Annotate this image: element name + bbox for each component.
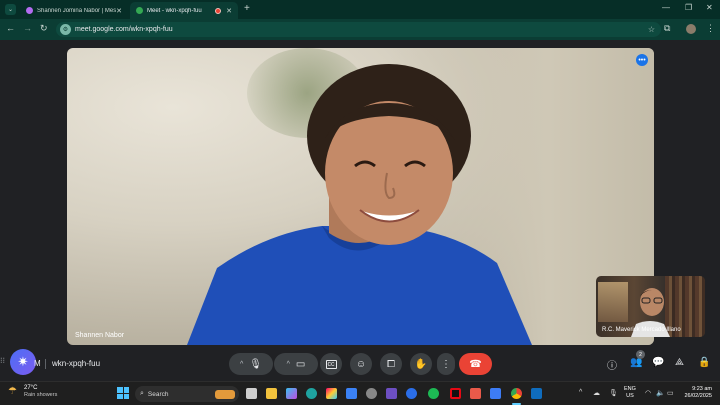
- weather-temp: 27°C: [24, 385, 38, 391]
- apps-grid-icon[interactable]: ⁝⁝: [0, 356, 5, 365]
- clock-date: 26/02/2025: [684, 393, 712, 399]
- language-indicator[interactable]: ENG US: [624, 386, 636, 400]
- new-tab-button[interactable]: +: [244, 3, 250, 14]
- tab-title: Meet - wkn-xpqh-fuu: [147, 7, 202, 14]
- url-text: meet.google.com/wkn-xpqh-fuu: [75, 26, 173, 33]
- more-options-button[interactable]: •••: [636, 54, 648, 66]
- weather-description: Rain showers: [24, 392, 58, 398]
- messenger-icon: [26, 7, 33, 14]
- microphone-control[interactable]: ^ 🎙: [229, 353, 273, 375]
- end-call-button[interactable]: ☎: [459, 353, 492, 375]
- present-screen-icon: ⧠: [387, 358, 395, 370]
- browser-tab-strip: ⌄ Shannen Jomina Nabor | Messe ✕ Meet - …: [0, 0, 720, 19]
- minimize-icon[interactable]: —: [662, 3, 670, 12]
- chevron-up-icon[interactable]: ^: [579, 389, 582, 396]
- hang-up-icon: ☎: [469, 358, 482, 370]
- camera-control[interactable]: ^ ▭: [274, 353, 318, 375]
- edge-icon[interactable]: [306, 388, 317, 399]
- address-bar[interactable]: ⚙ meet.google.com/wkn-xpqh-fuu ☆: [56, 22, 661, 37]
- recording-icon: [215, 7, 222, 14]
- meeting-code: wkn-xpqh-fuu: [52, 359, 101, 368]
- browser-menu-icon[interactable]: ⋮: [706, 23, 715, 34]
- taskbar-search[interactable]: ⌕ Search: [135, 386, 239, 402]
- language-line2: US: [626, 393, 634, 399]
- forward-icon[interactable]: →: [23, 23, 32, 33]
- browser-tab-meet[interactable]: Meet - wkn-xpqh-fuu ✕: [130, 2, 238, 19]
- github-icon[interactable]: [366, 388, 377, 399]
- back-icon[interactable]: ←: [6, 23, 15, 33]
- raise-hand-button[interactable]: ✋: [410, 353, 432, 375]
- netflix-icon[interactable]: [450, 388, 461, 399]
- close-window-icon[interactable]: ✕: [706, 3, 713, 12]
- tab-title: Shannen Jomina Nabor | Messe: [37, 7, 117, 14]
- people-count-badge: 2: [636, 350, 645, 359]
- language-line1: ENG: [624, 386, 636, 392]
- present-button[interactable]: ⧠: [380, 353, 402, 375]
- meeting-info-icon[interactable]: ⓘ: [607, 357, 617, 372]
- wifi-icon[interactable]: ◠: [645, 389, 651, 397]
- store-icon[interactable]: [346, 388, 357, 399]
- profile-avatar[interactable]: [686, 24, 696, 34]
- close-icon[interactable]: ✕: [116, 7, 122, 15]
- chevron-up-icon[interactable]: ^: [240, 361, 243, 368]
- browser-tab-messenger[interactable]: Shannen Jomina Nabor | Messe ✕: [20, 2, 128, 19]
- browser-toolbar: ← → ↻ ⚙ meet.google.com/wkn-xpqh-fuu ☆ ⧉…: [0, 19, 720, 40]
- outlook-icon[interactable]: [531, 388, 542, 399]
- search-label: Search: [147, 390, 169, 398]
- chrome-icon[interactable]: [511, 388, 522, 399]
- activities-icon[interactable]: ⟁: [675, 357, 684, 368]
- extensions-icon[interactable]: ⧉: [664, 23, 670, 34]
- bookmark-star-icon[interactable]: ☆: [648, 25, 655, 34]
- copilot-icon[interactable]: [286, 388, 297, 399]
- divider: [45, 359, 46, 369]
- meeting-time: M: [34, 359, 41, 368]
- participant-image: [187, 64, 532, 345]
- volume-icon[interactable]: 🔈: [656, 389, 665, 397]
- file-explorer-icon[interactable]: [266, 388, 277, 399]
- participant-name-label: Shannen Nabor: [75, 332, 125, 339]
- search-icon: ⌕: [140, 390, 144, 397]
- gemini-icon[interactable]: ✷: [10, 349, 36, 375]
- main-participant-video[interactable]: ••• Shannen Nabor: [67, 48, 654, 345]
- messenger-taskbar-icon[interactable]: [406, 388, 417, 399]
- captions-icon: cc: [325, 359, 337, 369]
- self-view-tile[interactable]: R.C. Maverick Mercado Illano: [596, 276, 705, 337]
- captions-button[interactable]: cc: [320, 353, 342, 375]
- more-vert-icon: ⋮: [441, 358, 451, 370]
- visual-studio-icon[interactable]: [386, 388, 397, 399]
- restore-icon[interactable]: ❐: [685, 3, 692, 12]
- reactions-button[interactable]: ☺: [350, 353, 372, 375]
- chevron-up-icon[interactable]: ^: [287, 361, 290, 368]
- microphone-tray-icon[interactable]: 🎙: [609, 389, 618, 397]
- microphone-icon[interactable]: 🎙: [249, 359, 262, 370]
- clock-time: 9:23 am: [692, 386, 712, 392]
- search-highlight-icon: [215, 389, 235, 399]
- chat-icon[interactable]: 💬: [652, 357, 664, 368]
- camera-icon[interactable]: ▭: [296, 359, 305, 370]
- camera-app-icon[interactable]: [470, 388, 481, 399]
- battery-icon[interactable]: ▭: [667, 389, 674, 397]
- weather-rain-icon: ☂: [8, 386, 17, 397]
- meet-icon: [136, 7, 143, 14]
- weather-widget[interactable]: ☂ 27°C Rain showers: [8, 385, 57, 399]
- emoji-icon: ☺: [355, 358, 367, 370]
- self-name-label: R.C. Maverick Mercado Illano: [602, 327, 681, 333]
- tab-search-button[interactable]: ⌄: [5, 4, 16, 15]
- meet-control-bar: ⁝⁝ ✷ M wkn-xpqh-fuu ^ 🎙 ^ ▭ cc ☺ ⧠ ✋ ⋮ ☎…: [0, 347, 720, 381]
- reload-icon[interactable]: ↻: [40, 23, 48, 34]
- task-view-icon[interactable]: [246, 388, 257, 399]
- site-info-icon[interactable]: ⚙: [60, 24, 71, 35]
- windows-taskbar: ☂ 27°C Rain showers ⌕ Search ^ ☁ 🎙 ENG U…: [0, 381, 720, 405]
- onedrive-icon[interactable]: ☁: [593, 389, 600, 397]
- spotify-icon[interactable]: [428, 388, 439, 399]
- windows-start-icon[interactable]: [117, 387, 129, 399]
- snipping-tool-icon[interactable]: [490, 388, 501, 399]
- close-icon[interactable]: ✕: [226, 7, 232, 15]
- host-controls-icon[interactable]: 🔒: [698, 357, 710, 368]
- photos-icon[interactable]: [326, 388, 337, 399]
- hand-icon: ✋: [414, 358, 428, 370]
- taskbar-clock[interactable]: 9:23 am 26/02/2025: [682, 386, 712, 400]
- more-options-meet-button[interactable]: ⋮: [437, 353, 455, 375]
